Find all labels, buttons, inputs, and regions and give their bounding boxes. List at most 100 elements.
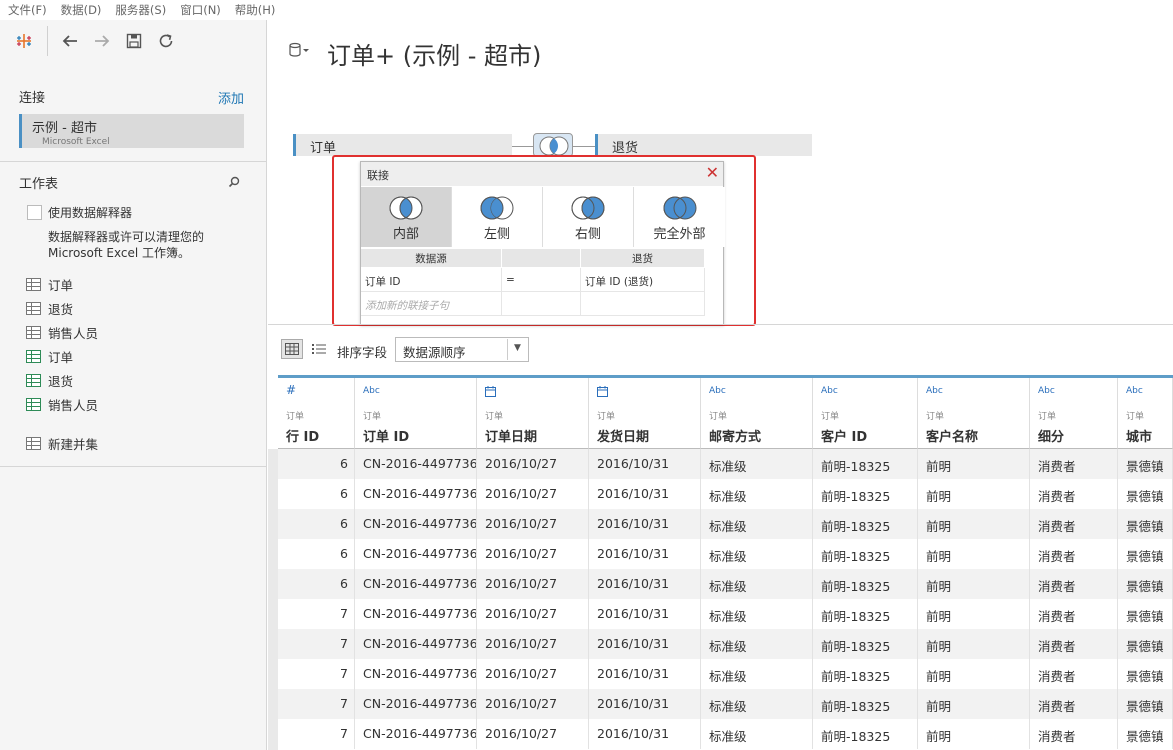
table-cell[interactable]: 前明-18325 [813, 449, 918, 479]
table-cell[interactable]: 前明 [918, 689, 1030, 719]
table-cell[interactable]: CN-2016-4497736 [355, 539, 477, 569]
table-cell[interactable]: 标准级 [701, 509, 813, 539]
join-clause-right-field[interactable]: 订单 ID (退货) [581, 268, 705, 292]
new-union-item[interactable]: 新建并集 [26, 434, 98, 453]
table-cell[interactable]: 2016/10/31 [589, 449, 701, 479]
string-type-icon[interactable]: Abc [821, 386, 838, 396]
table-cell[interactable]: 前明 [918, 629, 1030, 659]
join-clause-left-field[interactable]: 订单 ID [361, 268, 502, 292]
menu-help[interactable]: 帮助(H) [235, 2, 276, 18]
table-cell[interactable]: 2016/10/31 [589, 509, 701, 539]
table-cell[interactable]: 前明 [918, 479, 1030, 509]
data-interpreter-checkbox[interactable] [27, 205, 42, 220]
table-cell[interactable]: 消费者 [1030, 659, 1118, 689]
table-cell[interactable]: 前明 [918, 509, 1030, 539]
table-cell[interactable]: 前明 [918, 449, 1030, 479]
table-cell[interactable]: 标准级 [701, 719, 813, 749]
menu-server[interactable]: 服务器(S) [115, 2, 166, 18]
table-cell[interactable]: CN-2016-4497736 [355, 629, 477, 659]
sheet-item[interactable]: 订单 [26, 275, 73, 294]
table-cell[interactable]: 2016/10/31 [589, 689, 701, 719]
table-cell[interactable]: 标准级 [701, 539, 813, 569]
table-cell[interactable]: 消费者 [1030, 539, 1118, 569]
table-cell[interactable]: 6 [278, 539, 355, 569]
table-cell[interactable]: 6 [278, 449, 355, 479]
table-cell[interactable]: CN-2016-4497736 [355, 689, 477, 719]
table-cell[interactable]: 6 [278, 479, 355, 509]
table-cell[interactable]: 6 [278, 509, 355, 539]
table-cell[interactable]: 前明-18325 [813, 479, 918, 509]
table-cell[interactable]: 景德镇 [1118, 629, 1173, 659]
column-header[interactable]: # 订单行 ID [278, 378, 355, 449]
add-join-clause[interactable]: 添加新的联接子句 [361, 292, 502, 316]
table-cell[interactable]: 2016/10/27 [477, 719, 589, 749]
menu-data[interactable]: 数据(D) [61, 2, 102, 18]
chevron-down-icon[interactable]: ▼ [507, 339, 527, 360]
table-cell[interactable]: 前明 [918, 659, 1030, 689]
table-cell[interactable]: 景德镇 [1118, 599, 1173, 629]
table-cell[interactable]: 前明-18325 [813, 659, 918, 689]
back-arrow-icon[interactable] [59, 30, 81, 52]
date-type-icon[interactable] [597, 386, 608, 400]
named-range-item[interactable]: 退货 [26, 371, 73, 390]
string-type-icon[interactable]: Abc [709, 386, 726, 396]
table-cell[interactable]: 7 [278, 599, 355, 629]
table-cell[interactable]: 7 [278, 659, 355, 689]
sheet-item[interactable]: 退货 [26, 299, 73, 318]
join-clause-operator[interactable]: = [502, 268, 581, 292]
table-cell[interactable]: 标准级 [701, 629, 813, 659]
table-cell[interactable]: 消费者 [1030, 509, 1118, 539]
column-header[interactable]: Abc 订单 细分 [1030, 378, 1118, 449]
right-table-bar[interactable]: 退货 [595, 134, 812, 156]
table-cell[interactable]: 消费者 [1030, 689, 1118, 719]
column-header[interactable]: Abc 订单 城市 [1118, 378, 1173, 449]
table-cell[interactable]: 消费者 [1030, 719, 1118, 749]
join-button[interactable] [533, 133, 573, 157]
table-cell[interactable]: 2016/10/27 [477, 449, 589, 479]
list-view-icon[interactable] [308, 339, 330, 359]
left-table-bar[interactable]: 订单 [293, 134, 512, 156]
table-cell[interactable]: 景德镇 [1118, 509, 1173, 539]
database-icon[interactable] [288, 42, 310, 62]
table-cell[interactable]: 前明-18325 [813, 719, 918, 749]
table-cell[interactable]: 前明 [918, 569, 1030, 599]
string-type-icon[interactable]: Abc [363, 386, 380, 396]
table-cell[interactable]: 2016/10/31 [589, 539, 701, 569]
table-cell[interactable]: CN-2016-4497736 [355, 479, 477, 509]
table-cell[interactable]: 7 [278, 719, 355, 749]
table-cell[interactable]: 2016/10/27 [477, 659, 589, 689]
table-cell[interactable]: 标准级 [701, 599, 813, 629]
column-header[interactable]: Abc 订单 订单 ID [355, 378, 477, 449]
named-range-item[interactable]: 订单 [26, 347, 73, 366]
table-cell[interactable]: 前明-18325 [813, 629, 918, 659]
column-header[interactable]: 订单 发货日期 [589, 378, 701, 449]
table-cell[interactable]: 2016/10/27 [477, 689, 589, 719]
join-type-inner[interactable]: 内部 [361, 187, 452, 247]
table-cell[interactable]: 2016/10/27 [477, 569, 589, 599]
table-cell[interactable]: 景德镇 [1118, 689, 1173, 719]
table-cell[interactable]: 景德镇 [1118, 569, 1173, 599]
table-cell[interactable]: 前明-18325 [813, 509, 918, 539]
table-cell[interactable]: 2016/10/31 [589, 599, 701, 629]
table-cell[interactable]: 标准级 [701, 449, 813, 479]
column-header[interactable]: 订单 订单日期 [477, 378, 589, 449]
table-cell[interactable]: 前明 [918, 539, 1030, 569]
add-connection-link[interactable]: 添加 [218, 88, 244, 107]
refresh-icon[interactable] [155, 30, 177, 52]
table-cell[interactable]: 景德镇 [1118, 479, 1173, 509]
data-source-title[interactable]: 订单+ (示例 - 超市) [327, 36, 541, 71]
table-cell[interactable]: 前明-18325 [813, 539, 918, 569]
table-cell[interactable]: 标准级 [701, 659, 813, 689]
column-header[interactable]: Abc 订单 客户名称 [918, 378, 1030, 449]
table-cell[interactable]: 2016/10/27 [477, 509, 589, 539]
connection-item[interactable]: 示例 - 超市 Microsoft Excel [19, 114, 244, 148]
column-header[interactable]: Abc 订单 邮寄方式 [701, 378, 813, 449]
table-cell[interactable]: 2016/10/31 [589, 569, 701, 599]
table-cell[interactable]: 2016/10/31 [589, 659, 701, 689]
sort-fields-select[interactable]: 数据源顺序 ▼ [395, 337, 529, 362]
forward-arrow-icon[interactable] [91, 30, 113, 52]
table-cell[interactable]: CN-2016-4497736 [355, 599, 477, 629]
table-cell[interactable]: 2016/10/27 [477, 599, 589, 629]
close-icon[interactable]: ✕ [706, 164, 719, 182]
table-cell[interactable]: 前明 [918, 719, 1030, 749]
